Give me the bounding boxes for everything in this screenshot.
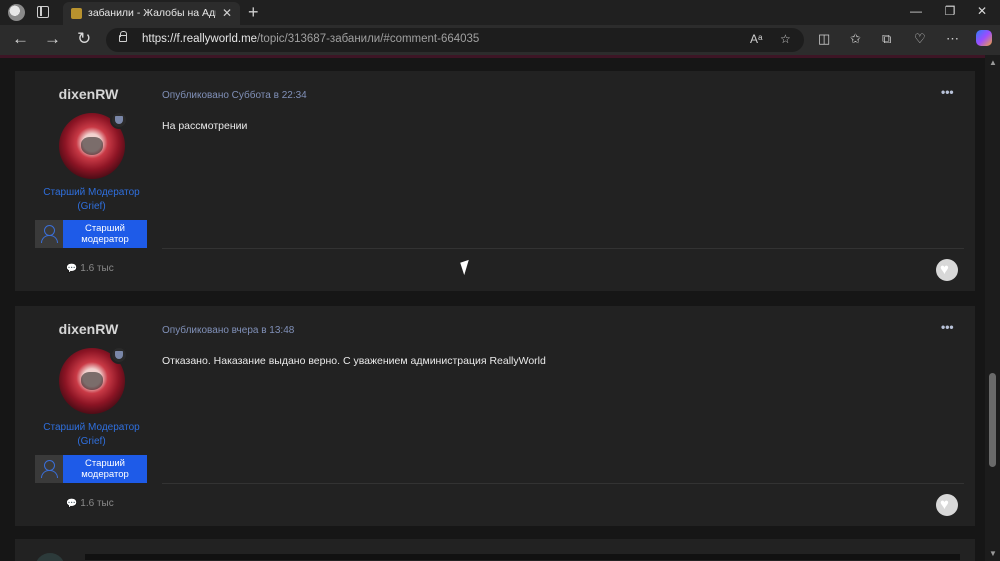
post-content: Отказано. Наказание выдано верно. С уваж… xyxy=(162,355,546,367)
more-icon[interactable]: ⋯ xyxy=(946,31,959,47)
group-badge: Старший модератор xyxy=(35,220,148,248)
forward-icon[interactable]: → xyxy=(44,29,61,49)
author-name[interactable]: dixenRW xyxy=(15,86,162,102)
post-count: 💬 1.6 тыс xyxy=(66,263,114,274)
scrollbar[interactable]: ▲ ▼ xyxy=(985,55,1000,561)
post-meta[interactable]: Опубликовано Суббота в 22:34 xyxy=(162,90,307,101)
divider xyxy=(162,248,964,249)
performance-icon[interactable]: ♡ xyxy=(914,31,926,47)
favorites-icon[interactable]: ✩ xyxy=(850,31,861,47)
author-name[interactable]: dixenRW xyxy=(15,321,162,337)
url-text[interactable]: https://f.reallyworld.me/topic/313687-за… xyxy=(142,33,479,45)
minimize-button[interactable]: — xyxy=(906,4,926,18)
forum-post-partial xyxy=(15,539,975,561)
shield-icon xyxy=(110,111,128,129)
profile-icon[interactable] xyxy=(8,4,25,21)
forum-post: dixenRW Старший Модератор (Grief) Старши… xyxy=(15,71,975,291)
copilot-icon[interactable] xyxy=(976,30,992,46)
group-badge: Старший модератор xyxy=(35,455,148,483)
tab-close-icon[interactable]: ✕ xyxy=(222,6,232,20)
read-aloud-icon[interactable]: Aᵃ xyxy=(750,32,762,46)
author-role: Старший Модератор (Grief) xyxy=(43,422,140,447)
site-favicon-icon xyxy=(71,8,82,19)
like-icon[interactable] xyxy=(936,494,958,516)
avatar[interactable] xyxy=(35,553,65,561)
divider xyxy=(162,483,964,484)
tab-bar: забанили - Жалобы на Администрацию ✕ + —… xyxy=(0,0,1000,25)
post-meta[interactable]: Опубликовано вчера в 13:48 xyxy=(162,325,294,336)
like-icon[interactable] xyxy=(936,259,958,281)
shield-icon xyxy=(110,346,128,364)
maximize-button[interactable]: ❐ xyxy=(940,4,960,18)
comment-icon: 💬 xyxy=(66,263,78,273)
scroll-down-icon[interactable]: ▼ xyxy=(989,549,997,558)
group-label: Старший модератор xyxy=(63,220,147,248)
collections-icon[interactable]: ⧉ xyxy=(882,31,891,47)
user-icon xyxy=(35,220,63,248)
active-tab[interactable]: забанили - Жалобы на Администрацию ✕ xyxy=(63,2,240,25)
split-screen-icon[interactable]: ◫ xyxy=(818,31,830,47)
lock-icon[interactable] xyxy=(119,31,127,42)
refresh-icon[interactable]: ↻ xyxy=(77,29,91,49)
page-content: dixenRW Старший Модератор (Grief) Старши… xyxy=(0,55,1000,561)
group-label: Старший модератор xyxy=(63,455,147,483)
address-bar[interactable]: https://f.reallyworld.me/topic/313687-за… xyxy=(106,28,804,52)
close-window-button[interactable]: ✕ xyxy=(972,4,992,18)
author-role: Старший Модератор (Grief) xyxy=(43,187,140,212)
more-options-icon[interactable]: ••• xyxy=(941,320,954,334)
scroll-thumb[interactable] xyxy=(989,373,996,467)
more-options-icon[interactable]: ••• xyxy=(941,85,954,99)
tab-actions-icon[interactable] xyxy=(37,6,49,18)
content-strip xyxy=(85,554,960,560)
browser-toolbar: ← → ↻ https://f.reallyworld.me/topic/313… xyxy=(0,25,1000,55)
comment-icon: 💬 xyxy=(66,498,78,508)
back-icon[interactable]: ← xyxy=(12,29,29,49)
post-content: На рассмотрении xyxy=(162,120,248,132)
favorite-icon[interactable]: ☆ xyxy=(780,32,791,46)
forum-post: dixenRW Старший Модератор (Grief) Старши… xyxy=(15,306,975,526)
new-tab-button[interactable]: + xyxy=(248,2,259,23)
post-count: 💬 1.6 тыс xyxy=(66,498,114,509)
header-accent-line xyxy=(0,55,985,58)
user-icon xyxy=(35,455,63,483)
tab-title: забанили - Жалобы на Администрацию xyxy=(88,7,216,19)
scroll-up-icon[interactable]: ▲ xyxy=(989,58,997,67)
